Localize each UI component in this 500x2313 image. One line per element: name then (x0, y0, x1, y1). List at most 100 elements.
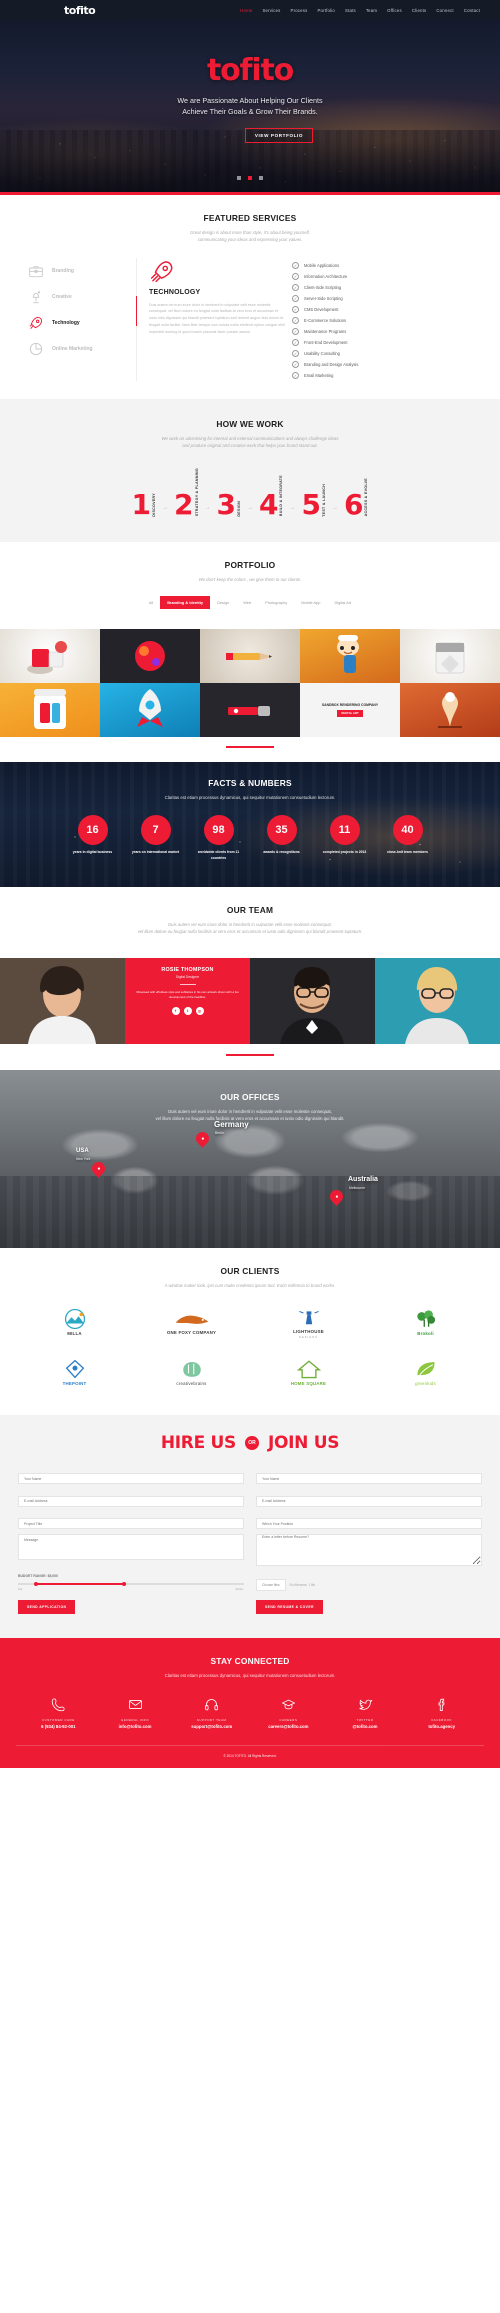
service-tab-branding[interactable]: Branding (28, 258, 130, 284)
budget-range-slider[interactable] (18, 1582, 244, 1587)
portfolio-item[interactable] (0, 628, 100, 683)
candidate-email-input[interactable] (256, 1495, 482, 1507)
site-logo[interactable]: tofito (64, 4, 96, 17)
client-logo[interactable]: MILLA (20, 1303, 129, 1343)
choose-files-button[interactable]: Choose files (256, 1579, 286, 1592)
nav-item-services[interactable]: Services (262, 8, 280, 13)
client-logo[interactable]: ONE FOXY COMPANY (137, 1303, 246, 1343)
nav-item-offices[interactable]: Offices (387, 8, 402, 13)
services-subtitle-line1: Great design is about more than style, i… (189, 230, 310, 235)
send-application-button[interactable]: SEND APPLICATION (18, 1600, 76, 1615)
portfolio-item[interactable] (400, 628, 500, 683)
nav-item-home[interactable]: Home (240, 8, 252, 13)
checklist-item[interactable]: ✓ Front-End Development (292, 337, 480, 348)
checklist-item[interactable]: ✓ E-Commerce Solutions (292, 315, 480, 326)
map-pin-australia[interactable]: ● Australia Melbourne (327, 1176, 378, 1206)
project-title-input[interactable] (18, 1518, 244, 1530)
portfolio-item[interactable] (100, 682, 200, 737)
services-tab-list: Branding Creative Technology Online Mark… (20, 258, 130, 381)
filter-design[interactable]: Design (210, 596, 236, 609)
nav-item-contact[interactable]: Contact (464, 8, 480, 13)
resume-upload-row: Choose files No filename, 1 file (256, 1579, 482, 1592)
nav-item-process[interactable]: Process (291, 8, 308, 13)
checklist-item[interactable]: ✓ CMS Development (292, 304, 480, 315)
slider-handle-max[interactable] (121, 1582, 126, 1587)
checklist-item[interactable]: ✓ Email Marketing (292, 370, 480, 381)
map-pin-usa[interactable]: ● USA New York (76, 1148, 108, 1178)
slider-handle-min[interactable] (33, 1582, 38, 1587)
portfolio-item-tag[interactable]: DIGITAL ART (337, 709, 363, 717)
applicant-email-input[interactable] (18, 1495, 244, 1507)
service-tab-creative[interactable]: Creative (28, 284, 130, 310)
slider-dot-3[interactable] (259, 176, 264, 180)
contact-careers[interactable]: CAREERS careers@tofito.com (250, 1696, 327, 1729)
client-name: ONE FOXY COMPANY (166, 1330, 217, 1336)
send-resume-button[interactable]: SEND RESUME & COVER (256, 1600, 323, 1615)
client-logo[interactable]: greenkids (371, 1353, 480, 1393)
nav-item-clients[interactable]: Clients (412, 8, 427, 13)
filter-branding-identity[interactable]: Branding & Identity (160, 595, 211, 609)
project-message-input[interactable] (18, 1534, 244, 1561)
portfolio-item[interactable] (200, 628, 300, 683)
team-subtitle-line2: vel illum dolore eu feugiat nulla facili… (137, 929, 363, 935)
twitter-icon[interactable]: t (183, 1006, 192, 1015)
contact-facebook[interactable]: FACEBOOK tofito.agency (403, 1696, 480, 1729)
slider-dot-2[interactable] (248, 176, 252, 180)
slider-dot-1[interactable] (236, 176, 241, 180)
filter-digital-art[interactable]: Digital Art (327, 596, 358, 609)
applicant-name-input[interactable] (18, 1473, 244, 1485)
client-logo[interactable]: HOME SQUARE (254, 1353, 363, 1393)
desired-position-input[interactable] (256, 1518, 482, 1530)
check-circle-icon: ✓ (292, 316, 299, 324)
view-portfolio-button[interactable]: VIEW PORTFOLIO (244, 128, 314, 144)
facebook-icon[interactable]: f (171, 1006, 180, 1015)
portfolio-item[interactable] (300, 628, 400, 683)
portfolio-item[interactable] (200, 682, 300, 737)
checklist-item[interactable]: ✓ Client-Side Scripting (292, 282, 480, 293)
hire-join-section: HIRE US OR JOIN US BUDGET RANGE: $5,000 … (0, 1414, 500, 1639)
portfolio-item[interactable] (100, 628, 200, 683)
portfolio-item[interactable]: SANDBOX RENDERING COMPANY DIGITAL ART (300, 682, 400, 737)
google-plus-icon[interactable]: g (195, 1006, 204, 1015)
nav-item-stats[interactable]: Stats (345, 8, 356, 13)
checklist-item[interactable]: ✓ Branding and Design Analysis (292, 359, 480, 370)
process-step-6: 6 ACCESS & EVOLVE (344, 477, 368, 519)
client-name: greenkids (415, 1381, 436, 1387)
client-logo[interactable]: THEPOINT (20, 1353, 129, 1393)
budget-scale: $1k $100k+ (18, 1588, 244, 1591)
filter-all[interactable]: All (142, 596, 160, 609)
nav-item-portfolio[interactable]: Portfolio (317, 8, 335, 13)
client-logo[interactable]: creativebrains (137, 1353, 246, 1393)
team-member-photo[interactable] (375, 957, 500, 1044)
checklist-item[interactable]: ✓ Mobile Applications (292, 260, 480, 271)
filter-mobile-app[interactable]: Mobile App (294, 596, 327, 609)
portfolio-item[interactable] (400, 682, 500, 737)
contact-customer-care[interactable]: CUSTOMER CARE 6 (934) 84-92-001 (20, 1696, 97, 1729)
checklist-item[interactable]: ✓ Maintenance Programs (292, 326, 480, 337)
nav-item-team[interactable]: Team (366, 8, 377, 13)
portfolio-item[interactable] (0, 682, 100, 737)
filter-photography[interactable]: Photography (258, 596, 294, 609)
check-circle-icon: ✓ (292, 272, 299, 280)
nav-item-connect[interactable]: Connect (436, 8, 453, 13)
team-social-links: f t g (132, 1006, 243, 1015)
checklist-item[interactable]: ✓ Usability Consulting (292, 348, 480, 359)
client-logo[interactable]: Brokoli (371, 1303, 480, 1343)
checklist-item[interactable]: ✓ Server-Side Scripting (292, 293, 480, 304)
step-number: 2 (174, 488, 194, 522)
cover-letter-input[interactable] (256, 1534, 482, 1567)
client-logo[interactable]: LIGHTHOUSE DESIGNS (254, 1303, 363, 1343)
hero-slider-dots (0, 167, 500, 185)
contact-general-info[interactable]: GENERAL INFO info@tofito.com (97, 1696, 174, 1729)
filter-web[interactable]: Web (236, 596, 258, 609)
service-tab-technology[interactable]: Technology (28, 310, 130, 336)
team-member-photo[interactable] (250, 957, 375, 1044)
candidate-name-input[interactable] (256, 1473, 482, 1485)
service-tab-online-marketing[interactable]: Online Marketing (28, 336, 130, 362)
team-member-photo[interactable] (0, 957, 125, 1044)
checklist-item[interactable]: ✓ Information Architecture (292, 271, 480, 282)
map-pin-germany[interactable]: ● Germany Berlin (193, 1120, 249, 1148)
contact-twitter[interactable]: TWITTER @tofito.com (327, 1696, 404, 1729)
contact-support-team[interactable]: SUPPORT TEAM support@tofito.com (173, 1696, 250, 1729)
team-featured-card: ROSIE THOMPSON Digital Designer Obsessed… (125, 957, 250, 1044)
